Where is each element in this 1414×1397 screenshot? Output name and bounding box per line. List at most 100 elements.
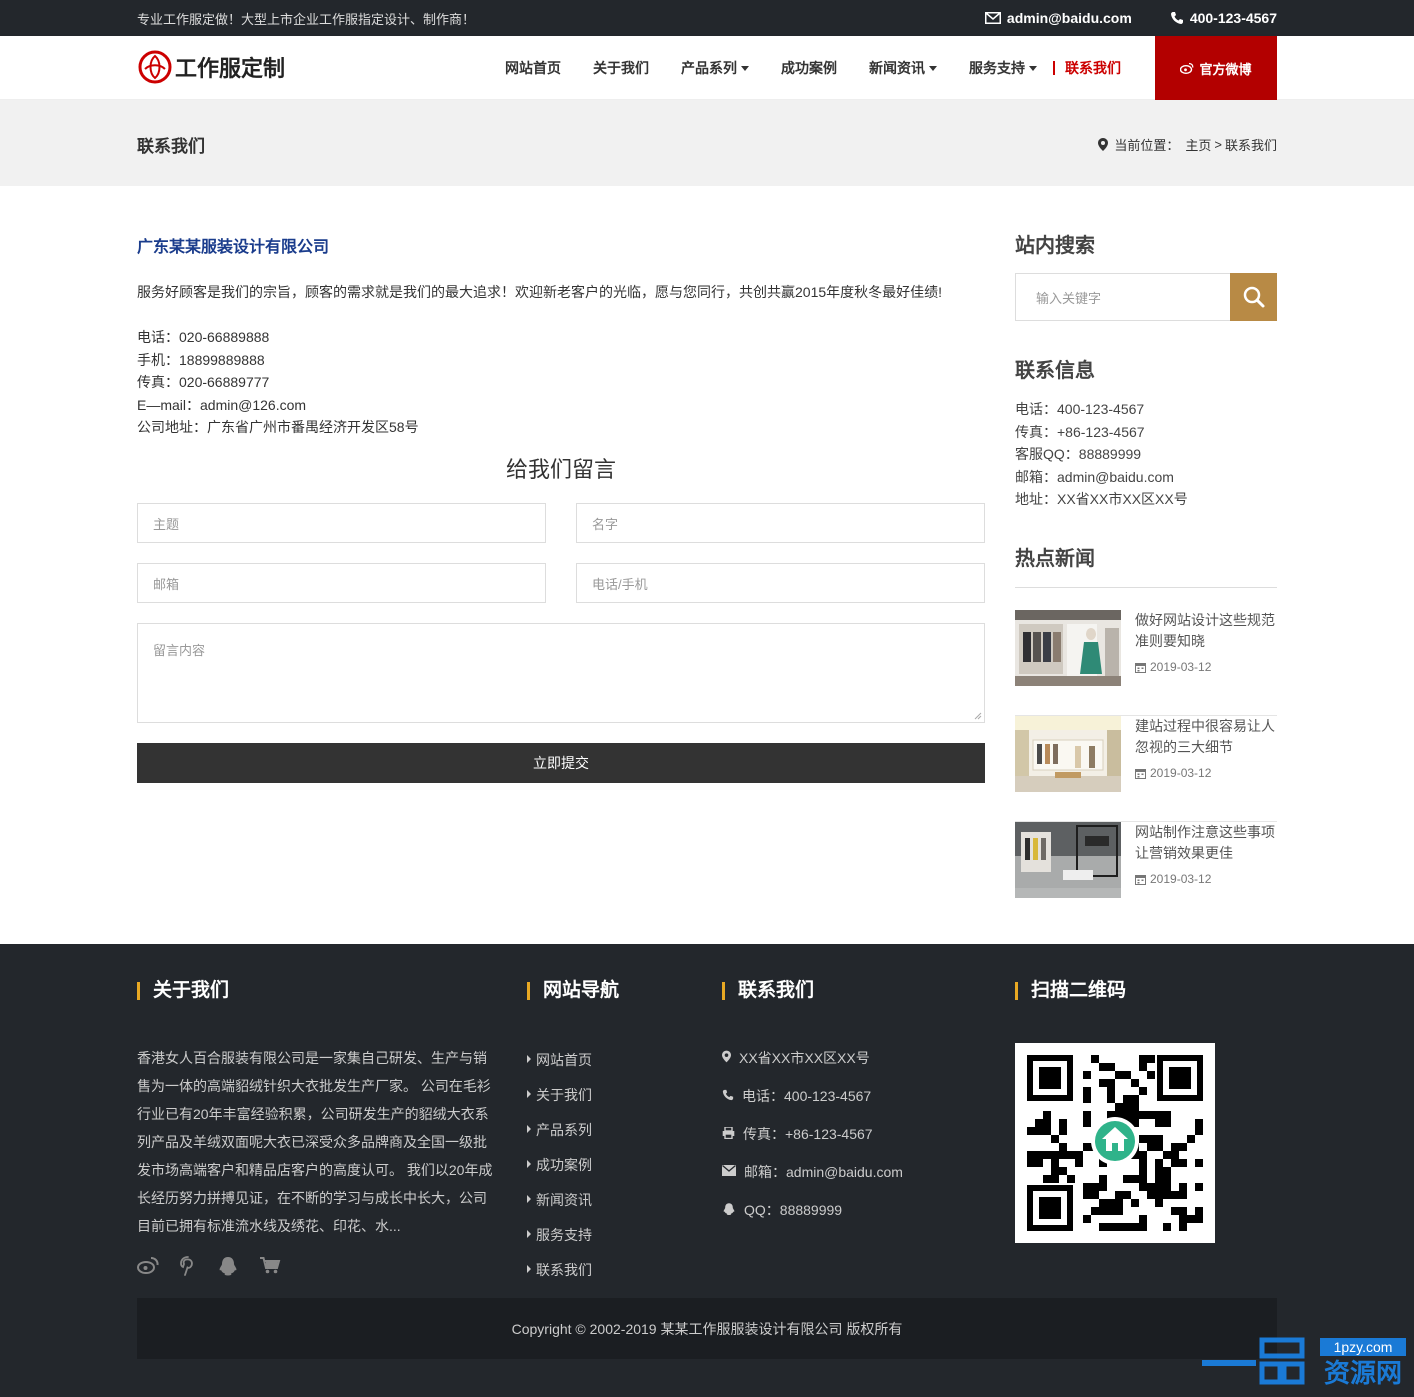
footer-contact-heading: 联系我们 [722, 981, 814, 1000]
breadcrumb-home[interactable]: 主页 [1185, 135, 1211, 154]
footer-phone-text: 电话：400-123-4567 [742, 1088, 872, 1104]
nav-about[interactable]: 关于我们 [577, 36, 665, 100]
footer-nav-label: 网站首页 [536, 1052, 592, 1068]
qq-icon[interactable] [217, 1256, 239, 1276]
footer-qr-heading: 扫描二维码 [1015, 981, 1126, 1000]
footer-address-text: XX省XX市XX区XX号 [739, 1050, 870, 1066]
nav-support-label: 服务支持 [969, 60, 1025, 76]
phone-input[interactable]: 电话/手机 [576, 563, 985, 603]
logo-text: 工作服定制 [175, 56, 286, 81]
message-placeholder: 留言内容 [153, 643, 206, 658]
watermark-name: 资源网 [1324, 1359, 1402, 1388]
breadcrumb-current: 联系我们 [1224, 138, 1277, 153]
subject-input[interactable]: 主题 [137, 503, 546, 543]
footer-nav-cases[interactable]: 成功案例 [527, 1155, 592, 1190]
submit-button[interactable]: 立即提交 [137, 743, 985, 783]
nav-news[interactable]: 新闻资讯 [853, 36, 953, 100]
contact-mobile: 手机：18899889888 [137, 351, 265, 368]
caret-right-icon [527, 1125, 531, 1133]
news-item[interactable]: 做好网站设计这些规范准则要知晓 2019-03-12 [1015, 610, 1277, 716]
footer-nav-products[interactable]: 产品系列 [527, 1120, 592, 1155]
weibo-button-label: 官方微博 [1199, 61, 1252, 77]
info-email: 邮箱：admin@baidu.com [1015, 468, 1174, 485]
footer-nav-news[interactable]: 新闻资讯 [527, 1190, 592, 1225]
breadcrumb-separator: > [1214, 137, 1222, 152]
site-header: 工作服定制 网站首页 关于我们 产品系列 成功案例 新闻资讯 服务支持 联系我们… [0, 36, 1414, 100]
footer-phone: 电话：400-123-4567 [722, 1086, 903, 1124]
footer-nav-label: 新闻资讯 [536, 1192, 592, 1208]
info-phone: 电话：400-123-4567 [1015, 401, 1145, 417]
news-thumbnail[interactable] [1015, 610, 1121, 686]
email-input[interactable]: 邮箱 [137, 563, 546, 603]
search-input[interactable]: 输入关键字 [1016, 274, 1230, 320]
name-input[interactable]: 名字 [576, 503, 985, 543]
breadcrumb-prefix: 当前位置： [1114, 138, 1180, 153]
page-title-bar: 联系我们 当前位置： 主页 > 联系我们 [0, 100, 1414, 186]
watermark-logo: 1pzy.com 资源网 [1200, 1336, 1410, 1391]
watermark-site: 1pzy.com [1334, 1339, 1393, 1355]
calendar-icon [1135, 768, 1146, 779]
breadcrumb: 当前位置： 主页 > 联系我们 [1098, 135, 1277, 154]
page-title: 联系我们 [137, 137, 205, 156]
cart-icon[interactable] [259, 1256, 281, 1274]
info-address: 地址：XX省XX市XX区XX号 [1015, 491, 1188, 507]
nav-contact[interactable]: 联系我们 [1053, 60, 1137, 76]
form-title: 给我们留言 [505, 457, 616, 482]
nav-products[interactable]: 产品系列 [665, 36, 765, 100]
news-date: 2019-03-12 [1135, 660, 1211, 674]
footer-nav-label: 关于我们 [536, 1087, 592, 1103]
footer-nav-home[interactable]: 网站首页 [527, 1050, 592, 1085]
contact-info-heading: 联系信息 [1015, 360, 1095, 382]
nav-cases[interactable]: 成功案例 [765, 36, 853, 100]
nav-home[interactable]: 网站首页 [489, 36, 577, 100]
main-nav: 网站首页 关于我们 产品系列 成功案例 新闻资讯 服务支持 联系我们 官方微博 [489, 36, 1277, 100]
weibo-icon [1180, 62, 1194, 74]
news-thumbnail[interactable] [1015, 822, 1121, 898]
hot-news-heading: 热点新闻 [1015, 548, 1095, 570]
caret-right-icon [527, 1265, 531, 1273]
pinterest-icon[interactable] [179, 1256, 197, 1276]
news-title[interactable]: 建站过程中很容易让人忽视的三大细节 [1135, 716, 1280, 758]
footer-email: 邮箱：admin@baidu.com [722, 1162, 903, 1200]
news-item[interactable]: 网站制作注意这些事项让营销效果更佳 2019-03-12 [1015, 822, 1277, 928]
news-item[interactable]: 建站过程中很容易让人忽视的三大细节 2019-03-12 [1015, 716, 1277, 822]
envelope-icon [722, 1165, 736, 1176]
copyright: Copyright © 2002-2019 某某工作服服装设计有限公司 版权所有 [137, 1298, 1277, 1359]
news-date: 2019-03-12 [1135, 872, 1211, 886]
footer-nav: 网站首页 关于我们 产品系列 成功案例 新闻资讯 服务支持 联系我们 [527, 1050, 592, 1295]
message-textarea[interactable]: 留言内容 [137, 623, 985, 723]
footer-nav-heading: 网站导航 [527, 981, 619, 1000]
footer-nav-contact[interactable]: 联系我们 [527, 1260, 592, 1295]
weibo-button[interactable]: 官方微博 [1155, 36, 1277, 100]
footer-nav-label: 成功案例 [536, 1157, 592, 1173]
contact-info: 电话：400-123-4567 传真：+86-123-4567 客服QQ：888… [1015, 398, 1188, 511]
news-thumbnail[interactable] [1015, 716, 1121, 792]
footer-nav-about[interactable]: 关于我们 [527, 1085, 592, 1120]
news-date: 2019-03-12 [1135, 766, 1211, 780]
phone-icon [722, 1089, 734, 1101]
footer-address: XX省XX市XX区XX号 [722, 1048, 903, 1086]
caret-right-icon [527, 1230, 531, 1238]
news-date-text: 2019-03-12 [1150, 660, 1212, 674]
contact-phone: 电话：020-66889888 [137, 329, 270, 345]
news-date-text: 2019-03-12 [1150, 872, 1212, 886]
resize-handle-icon[interactable] [974, 712, 982, 720]
top-email[interactable]: admin@baidu.com [984, 10, 1132, 26]
qq-icon [723, 1203, 735, 1216]
nav-support[interactable]: 服务支持 [953, 36, 1053, 100]
footer-nav-support[interactable]: 服务支持 [527, 1225, 592, 1260]
top-phone[interactable]: 400-123-4567 [1170, 10, 1277, 26]
search-heading: 站内搜索 [1015, 235, 1095, 257]
weibo-icon[interactable] [137, 1256, 159, 1274]
info-fax: 传真：+86-123-4567 [1015, 423, 1145, 440]
search-button[interactable] [1230, 273, 1277, 321]
footer-about-heading: 关于我们 [137, 981, 229, 1000]
tagline: 专业工作服定做！大型上市企业工作服指定设计、制作商！ [137, 11, 476, 27]
logo[interactable]: 工作服定制 [137, 49, 285, 85]
contact-fax: 传真：020-66889777 [137, 374, 270, 390]
fax-icon [722, 1127, 735, 1139]
news-title[interactable]: 做好网站设计这些规范准则要知晓 [1135, 610, 1280, 652]
contact-address: 公司地址：广东省广州市番禺经济开发区58号 [137, 419, 419, 435]
news-title[interactable]: 网站制作注意这些事项让营销效果更佳 [1135, 822, 1280, 864]
envelope-icon [984, 12, 1001, 24]
